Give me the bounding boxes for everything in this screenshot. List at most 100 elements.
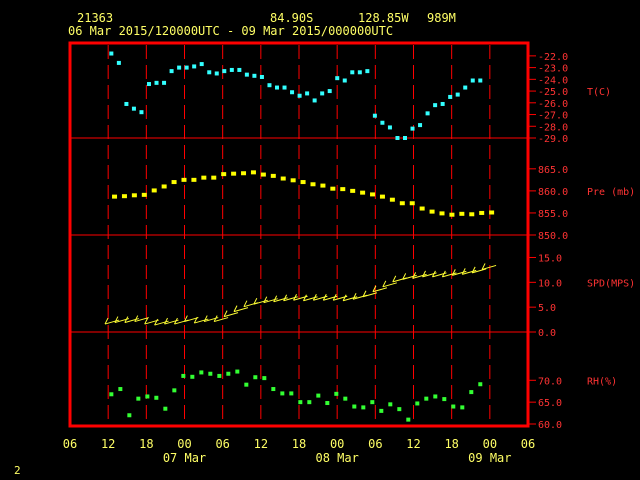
- temperature-point: [274, 85, 279, 90]
- temperature-point: [335, 76, 340, 81]
- pressure-point: [241, 171, 247, 176]
- temperature-point: [448, 94, 453, 99]
- pressure-point: [131, 193, 137, 198]
- pressure-point: [171, 180, 177, 185]
- temperature-point: [463, 85, 468, 90]
- temperature-point: [365, 69, 370, 74]
- humidity-point: [478, 382, 483, 387]
- temperature-point: [214, 71, 219, 76]
- temperature-point: [124, 101, 129, 106]
- temperature-point: [109, 51, 114, 56]
- date-label: 08 Mar: [315, 451, 358, 465]
- humidity-point: [460, 405, 465, 410]
- temperature-point: [478, 78, 483, 83]
- temperature-point: [372, 113, 377, 118]
- pressure-point: [141, 192, 147, 197]
- humidity-point: [469, 390, 474, 395]
- pressure-point: [379, 194, 385, 199]
- humidity-point: [262, 376, 267, 381]
- pressure-point: [191, 177, 197, 182]
- panel-label: SPD(MPS): [587, 278, 635, 289]
- temperature-point: [207, 70, 212, 75]
- pressure-point: [181, 177, 187, 182]
- pressure-point: [419, 206, 425, 211]
- pressure-point: [479, 210, 485, 215]
- temperature-point: [184, 65, 189, 70]
- temperature-point: [342, 78, 347, 83]
- humidity-point: [325, 401, 330, 406]
- temperature-point: [199, 62, 204, 67]
- temperature-point: [320, 91, 325, 96]
- humidity-point: [307, 400, 312, 405]
- pressure-point: [280, 176, 286, 181]
- pressure-point: [340, 187, 346, 192]
- x-tick-label: 06: [368, 437, 382, 451]
- temperature-point: [470, 78, 475, 83]
- humidity-point: [271, 387, 276, 392]
- pressure-point: [211, 175, 217, 180]
- pressure-point: [350, 188, 356, 193]
- temperature-point: [455, 92, 460, 97]
- y-tick-label: 60.0: [538, 420, 562, 431]
- x-tick-label: 12: [406, 437, 420, 451]
- x-tick-label: 00: [330, 437, 344, 451]
- temperature-point: [357, 70, 362, 75]
- pressure-point: [221, 172, 227, 177]
- humidity-point: [334, 391, 339, 396]
- grid-layer: [70, 45, 536, 425]
- temperature-point: [395, 136, 400, 140]
- y-tick-label: 70.0: [538, 376, 562, 387]
- temperature-point: [154, 80, 159, 85]
- corner-label: 2: [14, 464, 21, 477]
- pressure-point: [439, 211, 445, 216]
- y-tick-label: 860.0: [538, 187, 568, 198]
- humidity-point: [451, 404, 456, 409]
- pressure-point: [489, 210, 495, 215]
- pressure-point: [260, 172, 266, 177]
- humidity-point: [397, 407, 402, 412]
- date-label: 09 Mar: [468, 451, 511, 465]
- pressure-point: [330, 186, 336, 191]
- humidity-point: [406, 417, 411, 422]
- humidity-point: [253, 375, 258, 380]
- temperature-point: [350, 70, 355, 75]
- pressure-point: [469, 212, 475, 217]
- y-tick-label: 10.0: [538, 278, 562, 289]
- temperature-point: [425, 111, 430, 116]
- temperature-point: [380, 120, 385, 125]
- temperature-point: [192, 64, 197, 69]
- temperature-point: [146, 82, 151, 87]
- pressure-point: [290, 178, 296, 183]
- humidity-point: [127, 413, 132, 418]
- pressure-point: [409, 201, 415, 206]
- temperature-point: [162, 80, 167, 85]
- pressure-point: [231, 171, 237, 176]
- pressure-point: [360, 190, 366, 195]
- pressure-point: [121, 194, 127, 199]
- humidity-point: [379, 408, 384, 413]
- x-tick-label: 12: [254, 437, 268, 451]
- temperature-point: [305, 91, 310, 96]
- y-tick-label: 0.0: [538, 328, 556, 339]
- temperature-point: [402, 136, 407, 140]
- pressure-point: [250, 170, 256, 175]
- y-tick-label: 65.0: [538, 398, 562, 409]
- y-tick-label: -29.0: [538, 134, 568, 145]
- humidity-point: [370, 400, 375, 405]
- humidity-point: [118, 387, 123, 392]
- x-tick-label: 06: [521, 437, 535, 451]
- pressure-point: [370, 192, 376, 197]
- y-tick-label: -26.0: [538, 99, 568, 110]
- pressure-point: [270, 173, 276, 178]
- panel-label: RH(%): [587, 376, 617, 387]
- humidity-point: [424, 396, 429, 401]
- pressure-point: [389, 197, 395, 202]
- labels-layer: 06 12 18 00 06 12 18 00 06 12 18 00 06 07 Mar 08 Mar 09…: [63, 52, 635, 465]
- x-tick-label: 00: [483, 437, 497, 451]
- humidity-point: [163, 406, 168, 411]
- pressure-point: [320, 183, 326, 188]
- humidity-point: [244, 382, 249, 387]
- humidity-point: [415, 401, 420, 406]
- humidity-point: [217, 373, 222, 378]
- x-tick-label: 06: [63, 437, 77, 451]
